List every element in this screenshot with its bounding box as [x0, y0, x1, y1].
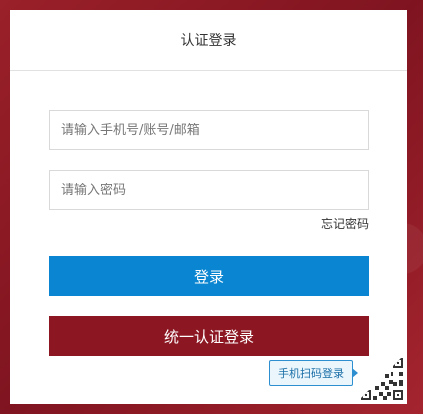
- login-button[interactable]: 登录: [49, 256, 369, 296]
- account-input[interactable]: [61, 122, 368, 138]
- password-field[interactable]: [49, 170, 369, 210]
- login-card: 认证登录 忘记密码 登录 统一认证登录 手机扫码登录: [10, 10, 407, 404]
- forgot-password-link[interactable]: 忘记密码: [321, 215, 369, 232]
- qr-code-icon: [355, 352, 407, 404]
- card-title: 认证登录: [10, 10, 407, 71]
- password-input[interactable]: [61, 182, 368, 198]
- account-field[interactable]: [49, 110, 369, 150]
- unified-login-button[interactable]: 统一认证登录: [49, 316, 369, 356]
- qr-login-tooltip: 手机扫码登录: [269, 360, 358, 386]
- qr-login-toggle[interactable]: [355, 352, 407, 404]
